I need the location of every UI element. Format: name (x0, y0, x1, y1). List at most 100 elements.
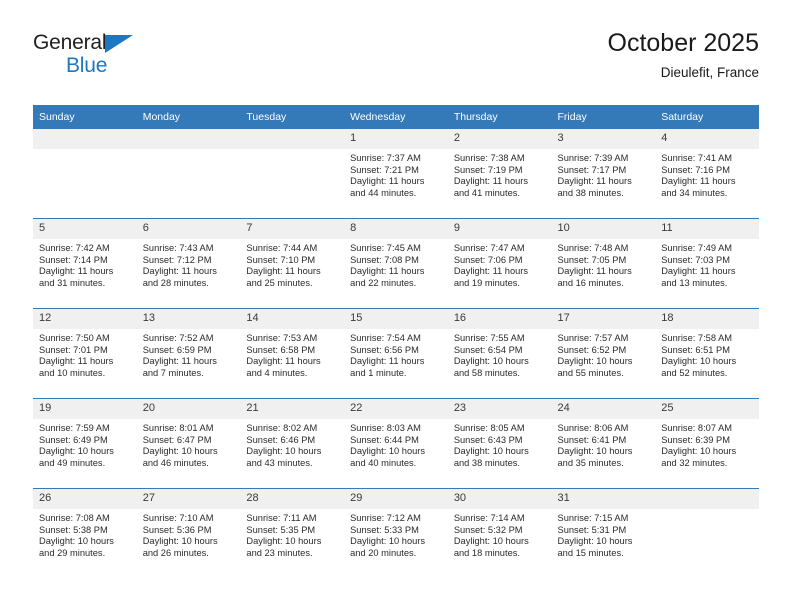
sunset-time: Sunset: 7:01 PM (39, 344, 108, 355)
daylight-duration-line2: and 55 minutes. (557, 367, 624, 378)
day-number: 5 (33, 219, 137, 239)
calendar-day-cell[interactable]: 3 Sunrise: 7:39 AM Sunset: 7:17 PM Daylight… (551, 128, 656, 219)
day-number: 31 (551, 489, 656, 509)
sunset-time: Sunset: 7:19 PM (453, 164, 523, 175)
day-number (240, 129, 345, 149)
daylight-duration-line1: Daylight: 11 hours (453, 266, 529, 277)
day-number: 4 (655, 129, 759, 149)
day-number: 24 (551, 399, 656, 419)
daylight-duration-line2: and 58 minutes. (453, 367, 520, 378)
daylight-duration-line1: Daylight: 11 hours (350, 176, 425, 187)
calendar-day-cell[interactable]: 27 Sunrise: 7:10 AM Sunset: 5:36 PM Dayligh… (136, 488, 241, 578)
calendar-day-cell[interactable]: 26 Sunrise: 7:08 AM Sunset: 5:38 PM Dayligh… (33, 488, 137, 578)
calendar-body: 1 Sunrise: 7:37 AM Sunset: 7:21 PM Daylight… (33, 128, 759, 578)
day-details: Sunrise: 7:57 AM Sunset: 6:52 PM Daylight:… (551, 329, 656, 380)
calendar-day-cell[interactable]: 20 Sunrise: 8:01 AM Sunset: 6:47 PM Dayligh… (136, 398, 241, 489)
sunrise-time: Sunrise: 8:07 AM (661, 423, 733, 433)
calendar-day-cell[interactable]: 31 Sunrise: 7:15 AM Sunset: 5:31 PM Dayligh… (551, 488, 656, 578)
logo-triangle-icon (105, 35, 133, 53)
calendar-day-cell[interactable]: 16 Sunrise: 7:55 AM Sunset: 6:54 PM Dayligh… (447, 308, 552, 399)
sunset-time: Sunset: 5:31 PM (557, 524, 627, 535)
sunrise-time: Sunrise: 7:37 AM (350, 153, 421, 163)
sunset-time: Sunset: 7:14 PM (39, 254, 108, 265)
calendar-day-cell[interactable]: 13 Sunrise: 7:52 AM Sunset: 6:59 PM Dayligh… (136, 308, 241, 399)
sunrise-time: Sunrise: 7:14 AM (453, 513, 525, 523)
sunrise-time: Sunrise: 7:58 AM (661, 333, 733, 343)
daylight-duration-line2: and 13 minutes. (661, 277, 728, 288)
sunrise-time: Sunrise: 7:49 AM (661, 243, 733, 253)
sunrise-time: Sunrise: 8:03 AM (350, 423, 421, 433)
calendar-day-cell[interactable]: 22 Sunrise: 8:03 AM Sunset: 6:44 PM Dayligh… (344, 398, 448, 489)
calendar-day-cell[interactable]: 8 Sunrise: 7:45 AM Sunset: 7:08 PM Daylight… (344, 218, 448, 309)
daylight-duration-line1: Daylight: 10 hours (142, 536, 218, 547)
calendar-day-cell[interactable]: 21 Sunrise: 8:02 AM Sunset: 6:46 PM Dayligh… (240, 398, 345, 489)
weekday-header-wednesday: Wednesday (344, 105, 448, 129)
daylight-duration-line2: and 1 minute. (350, 367, 407, 378)
day-details: Sunrise: 7:10 AM Sunset: 5:36 PM Daylight:… (136, 509, 241, 560)
day-number: 12 (33, 309, 137, 329)
sunset-time: Sunset: 7:08 PM (350, 254, 419, 265)
sunset-time: Sunset: 7:17 PM (557, 164, 627, 175)
day-details: Sunrise: 7:58 AM Sunset: 6:51 PM Daylight:… (655, 329, 759, 380)
daylight-duration-line1: Daylight: 10 hours (557, 536, 633, 547)
weekday-header-monday: Monday (136, 105, 241, 129)
daylight-duration-line1: Daylight: 11 hours (142, 266, 217, 277)
calendar-day-cell[interactable]: 24 Sunrise: 8:06 AM Sunset: 6:41 PM Dayligh… (551, 398, 656, 489)
calendar-table: Sunday Monday Tuesday Wednesday Thursday… (33, 105, 759, 578)
calendar-day-cell[interactable]: 1 Sunrise: 7:37 AM Sunset: 7:21 PM Daylight… (344, 128, 448, 219)
calendar-day-cell[interactable]: 28 Sunrise: 7:11 AM Sunset: 5:35 PM Dayligh… (240, 488, 345, 578)
daylight-duration-line2: and 41 minutes. (453, 187, 520, 198)
calendar-day-cell[interactable]: 29 Sunrise: 7:12 AM Sunset: 5:33 PM Dayligh… (344, 488, 448, 578)
day-details: Sunrise: 7:55 AM Sunset: 6:54 PM Daylight:… (447, 329, 552, 380)
calendar-day-cell[interactable]: 12 Sunrise: 7:50 AM Sunset: 7:01 PM Dayligh… (33, 308, 137, 399)
calendar-day-cell[interactable]: 14 Sunrise: 7:53 AM Sunset: 6:58 PM Dayligh… (240, 308, 345, 399)
daylight-duration-line1: Daylight: 10 hours (453, 356, 529, 367)
calendar-day-cell[interactable]: 23 Sunrise: 8:05 AM Sunset: 6:43 PM Dayligh… (447, 398, 552, 489)
calendar-day-cell[interactable]: 2 Sunrise: 7:38 AM Sunset: 7:19 PM Daylight… (447, 128, 552, 219)
calendar-day-cell[interactable]: 30 Sunrise: 7:14 AM Sunset: 5:32 PM Dayligh… (447, 488, 552, 578)
calendar-day-cell[interactable]: 11 Sunrise: 7:49 AM Sunset: 7:03 PM Dayligh… (655, 218, 759, 309)
calendar-day-cell[interactable]: 15 Sunrise: 7:54 AM Sunset: 6:56 PM Dayligh… (344, 308, 448, 399)
calendar-day-cell[interactable]: 18 Sunrise: 7:58 AM Sunset: 6:51 PM Dayligh… (655, 308, 759, 399)
daylight-duration-line1: Daylight: 11 hours (661, 266, 736, 277)
day-details: Sunrise: 7:52 AM Sunset: 6:59 PM Daylight:… (136, 329, 241, 380)
sunset-time: Sunset: 6:58 PM (246, 344, 316, 355)
day-details: Sunrise: 7:42 AM Sunset: 7:14 PM Daylight:… (33, 239, 137, 290)
calendar-day-cell[interactable]: 17 Sunrise: 7:57 AM Sunset: 6:52 PM Dayligh… (551, 308, 656, 399)
day-number: 1 (344, 129, 448, 149)
sunrise-time: Sunrise: 7:45 AM (350, 243, 421, 253)
sunset-time: Sunset: 5:33 PM (350, 524, 419, 535)
daylight-duration-line2: and 4 minutes. (246, 367, 308, 378)
daylight-duration-line1: Daylight: 11 hours (557, 266, 632, 277)
calendar-day-cell[interactable]: 25 Sunrise: 8:07 AM Sunset: 6:39 PM Dayligh… (655, 398, 759, 489)
day-number: 25 (655, 399, 759, 419)
sunrise-time: Sunrise: 7:57 AM (557, 333, 629, 343)
daylight-duration-line2: and 28 minutes. (142, 277, 209, 288)
calendar-week-row: 19 Sunrise: 7:59 AM Sunset: 6:49 PM Dayligh… (33, 398, 759, 489)
calendar-day-cell[interactable]: 5 Sunrise: 7:42 AM Sunset: 7:14 PM Daylight… (33, 218, 137, 309)
sunrise-time: Sunrise: 7:53 AM (246, 333, 318, 343)
daylight-duration-line2: and 52 minutes. (661, 367, 728, 378)
day-details: Sunrise: 7:37 AM Sunset: 7:21 PM Daylight:… (344, 149, 448, 200)
day-number: 16 (447, 309, 552, 329)
daylight-duration-line1: Daylight: 10 hours (246, 446, 322, 457)
calendar-day-cell[interactable]: 6 Sunrise: 7:43 AM Sunset: 7:12 PM Daylight… (136, 218, 241, 309)
daylight-duration-line2: and 29 minutes. (39, 547, 106, 558)
sunrise-time: Sunrise: 8:05 AM (453, 423, 525, 433)
daylight-duration-line2: and 19 minutes. (453, 277, 520, 288)
calendar-day-cell[interactable]: 4 Sunrise: 7:41 AM Sunset: 7:16 PM Daylight… (655, 128, 759, 219)
calendar-day-cell[interactable]: 19 Sunrise: 7:59 AM Sunset: 6:49 PM Dayligh… (33, 398, 137, 489)
general-blue-logo[interactable]: General Blue (33, 32, 213, 77)
sunset-time: Sunset: 6:39 PM (661, 434, 730, 445)
calendar-week-row: 1 Sunrise: 7:37 AM Sunset: 7:21 PM Daylight… (33, 128, 759, 219)
calendar-day-cell[interactable]: 10 Sunrise: 7:48 AM Sunset: 7:05 PM Dayligh… (551, 218, 656, 309)
calendar-day-cell[interactable]: 9 Sunrise: 7:47 AM Sunset: 7:06 PM Daylight… (447, 218, 552, 309)
page-subtitle: Dieulefit, France (660, 65, 759, 80)
day-number: 23 (447, 399, 552, 419)
sunset-time: Sunset: 7:16 PM (661, 164, 730, 175)
calendar-day-cell[interactable]: 7 Sunrise: 7:44 AM Sunset: 7:10 PM Daylight… (240, 218, 345, 309)
day-details (33, 149, 137, 211)
day-details: Sunrise: 7:45 AM Sunset: 7:08 PM Daylight:… (344, 239, 448, 290)
day-number: 10 (551, 219, 656, 239)
daylight-duration-line2: and 26 minutes. (142, 547, 209, 558)
